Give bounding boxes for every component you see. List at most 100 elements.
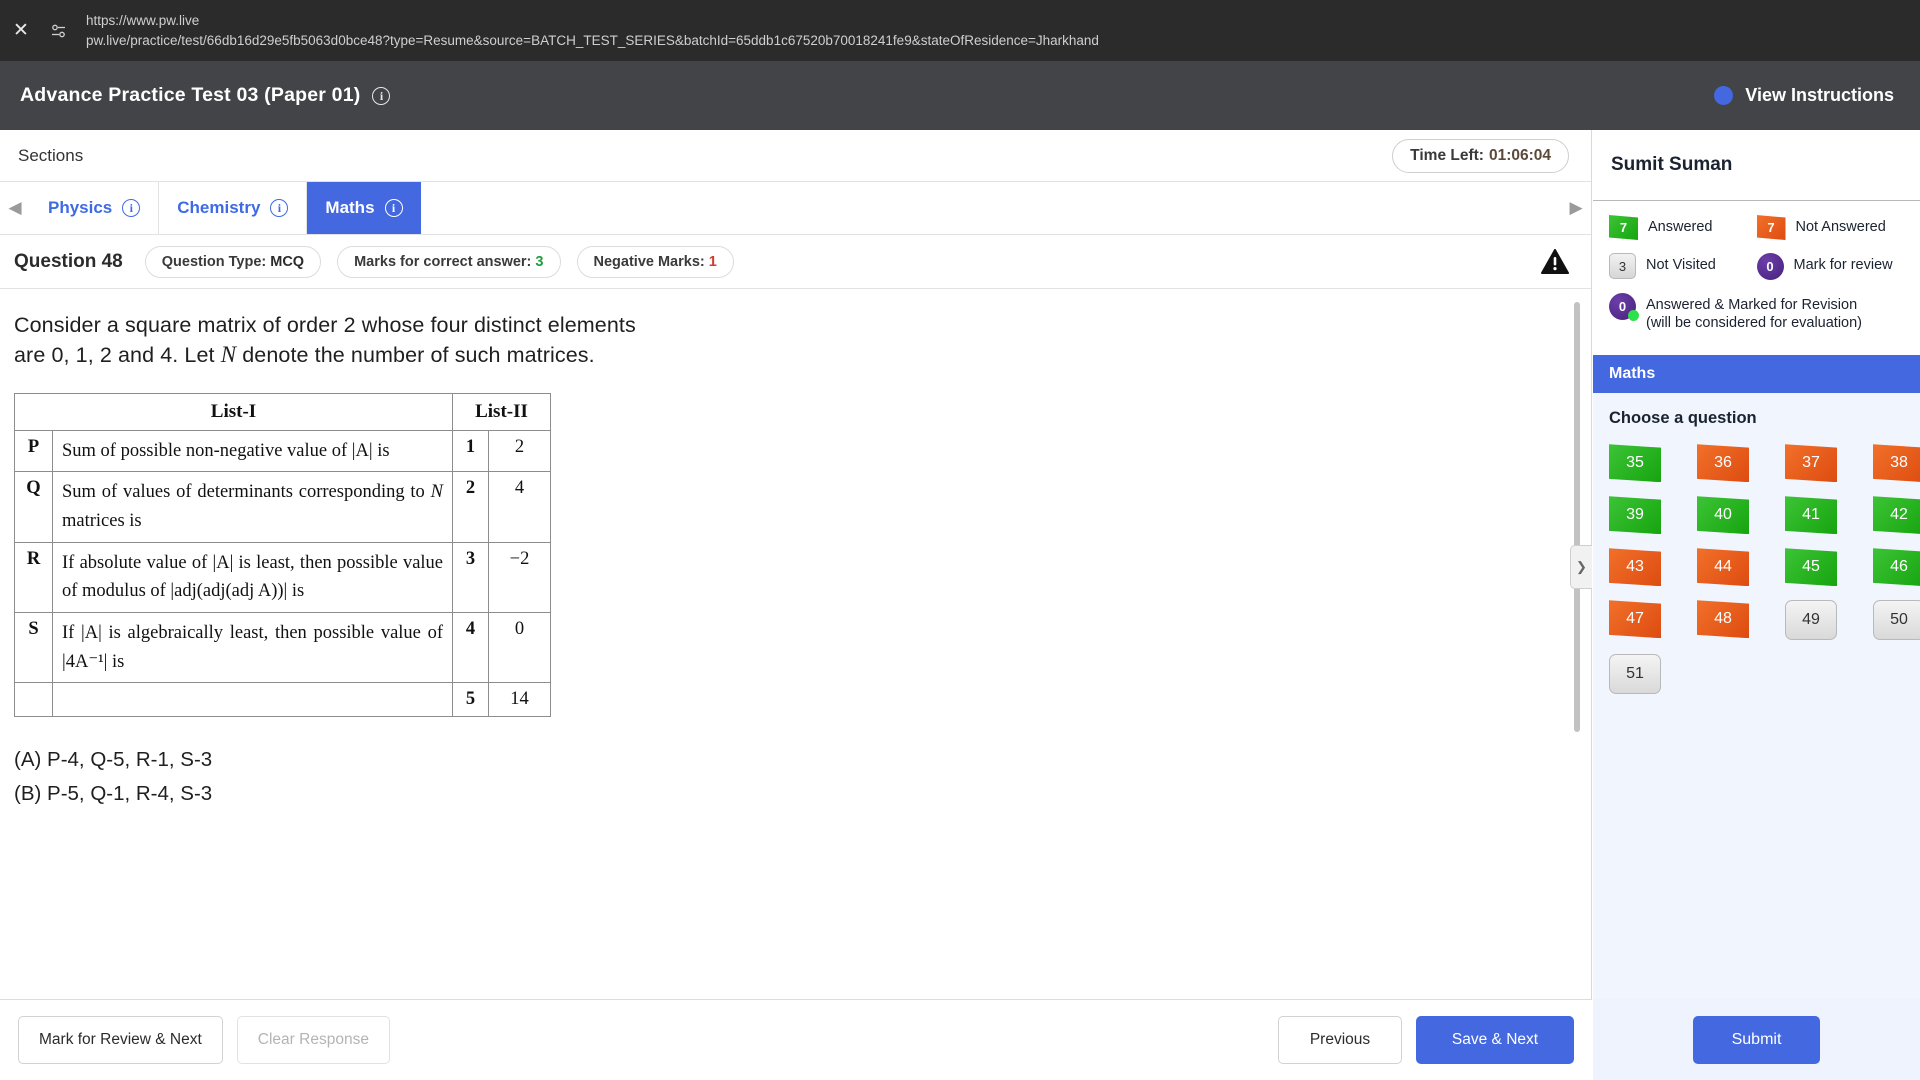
row-desc-s-a: If <box>62 622 82 643</box>
legend-not-visited-label: Not Visited <box>1646 257 1716 273</box>
chevron-left-icon[interactable]: ◀ <box>0 182 30 234</box>
row-desc-empty <box>52 682 453 718</box>
palette-q-51[interactable]: 51 <box>1609 654 1661 695</box>
option-b[interactable]: (B) P-5, Q-1, R-4, S-3 <box>14 777 1591 810</box>
page-title: Advance Practice Test 03 (Paper 01) <box>20 84 361 106</box>
table-row: R If absolute value of |A| is least, the… <box>14 541 551 613</box>
tab-physics-label: Physics <box>48 198 113 217</box>
warning-triangle-icon[interactable] <box>1541 248 1569 275</box>
row-val-4: 0 <box>488 611 551 684</box>
row-desc-p-b: is <box>372 440 390 461</box>
test-title-group: Advance Practice Test 03 (Paper 01) i <box>20 84 391 107</box>
url-text-block: https://www.pw.live pw.live/practice/tes… <box>76 14 1099 47</box>
palette-q-39[interactable]: 39 <box>1609 496 1661 535</box>
question-meta-bar: Question 48 Question Type: MCQ Marks for… <box>0 235 1591 289</box>
row-num-1: 1 <box>452 429 489 473</box>
row-num-5: 5 <box>452 682 489 718</box>
choose-question-label: Choose a question <box>1609 409 1757 428</box>
info-icon[interactable]: i <box>384 199 403 217</box>
palette-q-36[interactable]: 36 <box>1697 444 1749 483</box>
palette-q-50[interactable]: 50 <box>1873 600 1920 641</box>
answered-marked-circle-icon: 0 <box>1609 293 1639 321</box>
table-header-row: List-I List-II <box>14 392 551 431</box>
legend-row: 7 Answered 7 Not Answered <box>1609 215 1904 240</box>
negative-marks-label: Negative Marks: <box>593 253 705 270</box>
marks-correct-label: Marks for correct answer: <box>354 253 532 270</box>
tab-physics[interactable]: Physics i <box>30 182 160 234</box>
negative-marks-chip: Negative Marks: 1 <box>576 245 734 278</box>
table-row: S If |A| is algebraically least, then po… <box>14 611 551 684</box>
clear-response-button[interactable]: Clear Response <box>236 1016 390 1064</box>
option-a[interactable]: (A) P-4, Q-5, R-1, S-3 <box>14 743 1591 776</box>
palette-section-title: Maths <box>1593 355 1920 394</box>
panel-collapse-toggle[interactable]: ❯ <box>1570 545 1592 589</box>
row-desc-s-sym: |A| <box>81 622 102 643</box>
status-legend: 7 Answered 7 Not Answered 3 Not Visited … <box>1593 201 1920 355</box>
view-instructions-button[interactable]: View Instructions <box>1714 85 1894 106</box>
previous-button[interactable]: Previous <box>1278 1016 1402 1064</box>
url-path: pw.live/practice/test/66db16d29e5fb5063d… <box>86 32 1099 48</box>
legend-answered-marked-label: Answered & Marked for Revision (will be … <box>1646 297 1862 332</box>
legend-answered-marked: 0 Answered & Marked for Revision (will b… <box>1609 293 1876 332</box>
row-desc-r: If absolute value of |A| is least, then … <box>52 541 453 613</box>
row-val-2: 4 <box>488 471 551 543</box>
user-name: Sumit Suman <box>1611 154 1733 175</box>
palette-q-40[interactable]: 40 <box>1697 496 1749 535</box>
row-desc-s-b: is algebraically least, then possible va… <box>62 622 443 672</box>
row-key-p: P <box>14 429 53 473</box>
section-tabs: ◀ Physics i Chemistry i Maths i ▶ <box>0 182 1591 235</box>
answer-options: (A) P-4, Q-5, R-1, S-3 (B) P-5, Q-1, R-4… <box>14 743 1591 809</box>
question-scrollbar[interactable] <box>1574 302 1580 732</box>
view-instructions-label: View Instructions <box>1745 85 1894 105</box>
sections-label: Sections <box>18 145 84 165</box>
question-stem-symbol: N <box>220 341 237 367</box>
info-icon[interactable]: i <box>270 199 289 217</box>
palette-q-44[interactable]: 44 <box>1697 548 1749 587</box>
palette-q-47[interactable]: 47 <box>1609 600 1661 639</box>
row-key-r: R <box>14 541 53 613</box>
palette-q-49[interactable]: 49 <box>1785 600 1837 641</box>
question-panel: Sections Time Left: 01:06:04 ◀ Physics i … <box>0 130 1592 999</box>
row-desc-q-b: matrices is <box>62 510 142 531</box>
negative-marks-value: 1 <box>708 253 717 270</box>
row-desc-p: Sum of possible non-negative value of |A… <box>52 429 453 473</box>
close-icon[interactable]: ✕ <box>0 0 42 61</box>
legend-mark-for-review: 0 Mark for review <box>1756 253 1905 280</box>
answered-dot-icon <box>1628 310 1639 321</box>
match-list-table: List-I List-II P Sum of possible non-neg… <box>14 392 551 718</box>
palette-q-45[interactable]: 45 <box>1785 548 1837 587</box>
palette-q-37[interactable]: 37 <box>1785 444 1837 483</box>
row-desc-q: Sum of values of determinants correspond… <box>52 471 453 543</box>
legend-not-answered: 7 Not Answered <box>1756 215 1905 240</box>
row-key-s: S <box>14 611 53 684</box>
row-num-4: 4 <box>452 611 489 684</box>
row-val-5: 14 <box>488 682 551 718</box>
legend-not-answered-label: Not Answered <box>1795 219 1886 235</box>
tab-chemistry[interactable]: Chemistry i <box>159 182 308 234</box>
info-icon[interactable]: i <box>122 199 141 217</box>
row-desc-r-sym: |A| <box>212 552 234 573</box>
palette-q-46[interactable]: 46 <box>1873 548 1920 587</box>
row-desc-p-a: Sum of possible non-negative value of <box>62 440 352 461</box>
palette-q-43[interactable]: 43 <box>1609 548 1661 587</box>
submit-button[interactable]: Submit <box>1692 1015 1821 1064</box>
time-left-value: 01:06:04 <box>1488 146 1551 164</box>
palette-q-42[interactable]: 42 <box>1873 496 1920 535</box>
row-key-empty <box>14 682 53 718</box>
mark-for-review-next-button[interactable]: Mark for Review & Next <box>18 1016 223 1064</box>
legend-answered-label: Answered <box>1648 219 1713 235</box>
palette-q-35[interactable]: 35 <box>1609 444 1661 483</box>
save-and-next-button[interactable]: Save & Next <box>1416 1016 1574 1064</box>
row-desc-q-sym: N <box>430 482 443 503</box>
chevron-right-icon[interactable]: ▶ <box>1561 182 1591 234</box>
row-desc-r-a: If absolute value of <box>62 552 213 573</box>
tab-maths[interactable]: Maths i <box>307 182 421 234</box>
palette-q-48[interactable]: 48 <box>1697 600 1749 639</box>
palette-q-41[interactable]: 41 <box>1785 496 1837 535</box>
mark-review-circle-icon: 0 <box>1756 253 1784 280</box>
question-number: Question 48 <box>14 250 123 272</box>
info-icon[interactable]: i <box>372 86 391 105</box>
palette-q-38[interactable]: 38 <box>1873 444 1920 483</box>
question-stem-part2: denote the number of such matrices. <box>236 342 595 367</box>
site-permissions-icon[interactable] <box>42 0 76 61</box>
